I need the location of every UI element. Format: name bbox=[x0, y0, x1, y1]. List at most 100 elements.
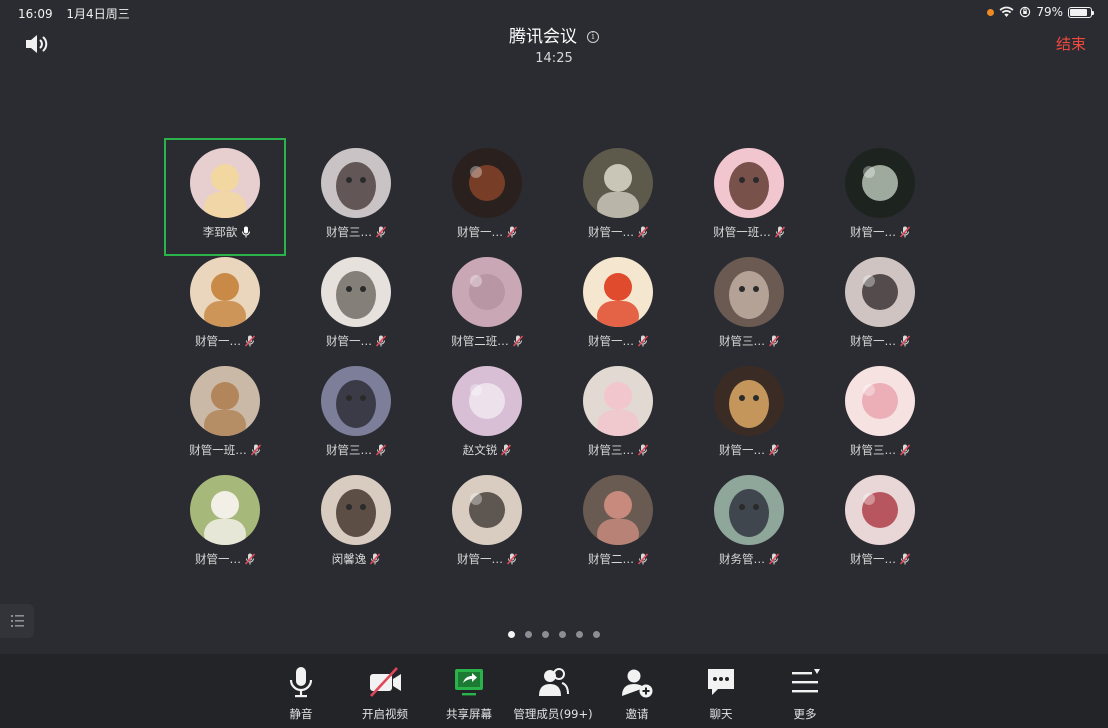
participant-name-row: 财管一… bbox=[688, 442, 810, 458]
waterfall-avatar bbox=[583, 148, 653, 218]
participant-name-row: 财管三… bbox=[295, 442, 417, 458]
flower-bouquet-avatar bbox=[583, 475, 653, 545]
cloud-avatar bbox=[452, 366, 522, 436]
invite-icon bbox=[622, 669, 653, 698]
chat-button[interactable]: 聊天 bbox=[676, 664, 766, 722]
mute-label: 静音 bbox=[289, 707, 313, 721]
mute-button[interactable]: 静音 bbox=[256, 664, 346, 722]
blushing-face-avatar bbox=[845, 366, 915, 436]
page-dot[interactable] bbox=[593, 631, 600, 638]
mic-muted-icon bbox=[507, 553, 517, 565]
participant-tile[interactable]: 财管一… bbox=[819, 247, 941, 365]
info-icon[interactable]: i bbox=[587, 31, 599, 43]
participant-name: 财管三… bbox=[850, 443, 896, 457]
participant-name-row: 财管二… bbox=[557, 551, 679, 567]
more-button[interactable]: 更多 bbox=[760, 664, 850, 722]
mic-muted-icon bbox=[512, 335, 523, 347]
orientation-lock-icon bbox=[1020, 6, 1031, 18]
dusk-sky-avatar bbox=[321, 366, 391, 436]
participant-tile[interactable]: 财管一… bbox=[426, 138, 548, 256]
participant-tile[interactable]: 财管二… bbox=[557, 465, 679, 583]
mic-muted-icon bbox=[638, 444, 648, 456]
anime-girl-avatar bbox=[714, 148, 784, 218]
share-button[interactable]: 共享屏幕 bbox=[424, 664, 514, 722]
participant-tile[interactable]: 财管一… bbox=[295, 247, 417, 365]
page-dot[interactable] bbox=[525, 631, 532, 638]
participant-tile[interactable]: 李郅歆 bbox=[164, 138, 286, 256]
participant-tile[interactable]: 财管三… bbox=[557, 356, 679, 474]
mic-muted-icon bbox=[769, 553, 779, 565]
participant-tile[interactable]: 财管一… bbox=[688, 356, 810, 474]
participant-tile[interactable]: 财管一… bbox=[557, 138, 679, 256]
participant-tile[interactable]: 财管一… bbox=[164, 465, 286, 583]
participant-name: 财管三… bbox=[326, 443, 372, 457]
title-wrap: 腾讯会议 i 14:25 bbox=[0, 22, 1108, 66]
battery-percent: 79% bbox=[1036, 5, 1063, 19]
participant-name-row: 财管三… bbox=[819, 442, 941, 458]
mic-muted-icon bbox=[638, 553, 648, 565]
video-off-icon bbox=[370, 667, 401, 697]
pink-photo-avatar bbox=[452, 257, 522, 327]
members-label: 管理成员(99+) bbox=[513, 707, 593, 721]
participant-tile[interactable]: 财管三… bbox=[295, 356, 417, 474]
participant-tile[interactable]: 财管一… bbox=[426, 465, 548, 583]
bear-avatar bbox=[190, 148, 260, 218]
invite-button[interactable]: 邀请 bbox=[592, 664, 682, 722]
mic-muted-icon bbox=[769, 335, 779, 347]
end-meeting-button[interactable]: 结束 bbox=[1056, 33, 1086, 54]
red-hair-anime-avatar bbox=[845, 475, 915, 545]
spongebob-sketch-avatar bbox=[321, 257, 391, 327]
participant-tile[interactable]: 财管一… bbox=[819, 465, 941, 583]
participant-tile[interactable]: 财管一… bbox=[819, 138, 941, 256]
participant-name-row: 财管一… bbox=[819, 224, 941, 240]
cartoon-girl-avatar bbox=[583, 257, 653, 327]
participant-name-row: 财管二班… bbox=[426, 333, 548, 349]
participant-name-row: 财管一… bbox=[426, 224, 548, 240]
microphone-icon bbox=[289, 667, 313, 698]
participant-name: 财管三… bbox=[588, 443, 634, 457]
participant-tile[interactable]: 财管一班… bbox=[688, 138, 810, 256]
participant-name: 财务管… bbox=[719, 552, 765, 566]
participant-name: 财管二班… bbox=[451, 334, 509, 348]
page-indicator[interactable] bbox=[0, 623, 1108, 642]
mic-muted-icon bbox=[250, 444, 261, 456]
page-dot[interactable] bbox=[576, 631, 583, 638]
participant-name-row: 财管一… bbox=[164, 551, 286, 567]
participant-tile[interactable]: 财管三… bbox=[819, 356, 941, 474]
mic-muted-icon bbox=[245, 335, 255, 347]
video-button[interactable]: 开启视频 bbox=[340, 664, 430, 722]
participant-name-row: 财管一… bbox=[819, 551, 941, 567]
participant-tile[interactable]: 财管一班… bbox=[164, 356, 286, 474]
status-time: 16:09 bbox=[18, 7, 53, 21]
participant-tile[interactable]: 财管二班… bbox=[426, 247, 548, 365]
video-label: 开启视频 bbox=[362, 707, 408, 721]
man-photo-avatar bbox=[714, 257, 784, 327]
mic-muted-icon bbox=[507, 226, 517, 238]
recording-indicator-icon bbox=[987, 8, 995, 16]
members-button[interactable]: 管理成员(99+) bbox=[508, 664, 598, 722]
participant-tile[interactable]: 财管三… bbox=[295, 138, 417, 256]
page-dot[interactable] bbox=[559, 631, 566, 638]
participant-tile[interactable]: 财务管… bbox=[688, 465, 810, 583]
participant-tile[interactable]: 财管一… bbox=[557, 247, 679, 365]
participant-name-row: 财务管… bbox=[688, 551, 810, 567]
more-menu-icon bbox=[792, 669, 820, 693]
participant-name: 财管三… bbox=[326, 225, 372, 239]
mic-muted-icon bbox=[501, 444, 512, 456]
mic-muted-icon bbox=[370, 553, 381, 565]
page-dot[interactable] bbox=[542, 631, 549, 638]
participant-tile[interactable]: 闵馨逸 bbox=[295, 465, 417, 583]
participant-name: 财管一… bbox=[457, 552, 503, 566]
participant-name: 财管一… bbox=[850, 225, 896, 239]
participant-name-row: 闵馨逸 bbox=[295, 551, 417, 567]
mic-muted-icon bbox=[245, 553, 255, 565]
page-dot[interactable] bbox=[508, 631, 515, 638]
participant-tile[interactable]: 财管一… bbox=[164, 247, 286, 365]
share-label: 共享屏幕 bbox=[446, 707, 492, 721]
participant-tile[interactable]: 赵文锐 bbox=[426, 356, 548, 474]
girl-photo-avatar bbox=[321, 148, 391, 218]
participant-name: 财管三… bbox=[719, 334, 765, 348]
participant-tile[interactable]: 财管三… bbox=[688, 247, 810, 365]
status-date: 1月4日周三 bbox=[66, 7, 130, 21]
bottom-toolbar: 静音 开启视频 共享屏幕 管理成员(99+) 邀请 聊天 更多 bbox=[0, 654, 1108, 728]
